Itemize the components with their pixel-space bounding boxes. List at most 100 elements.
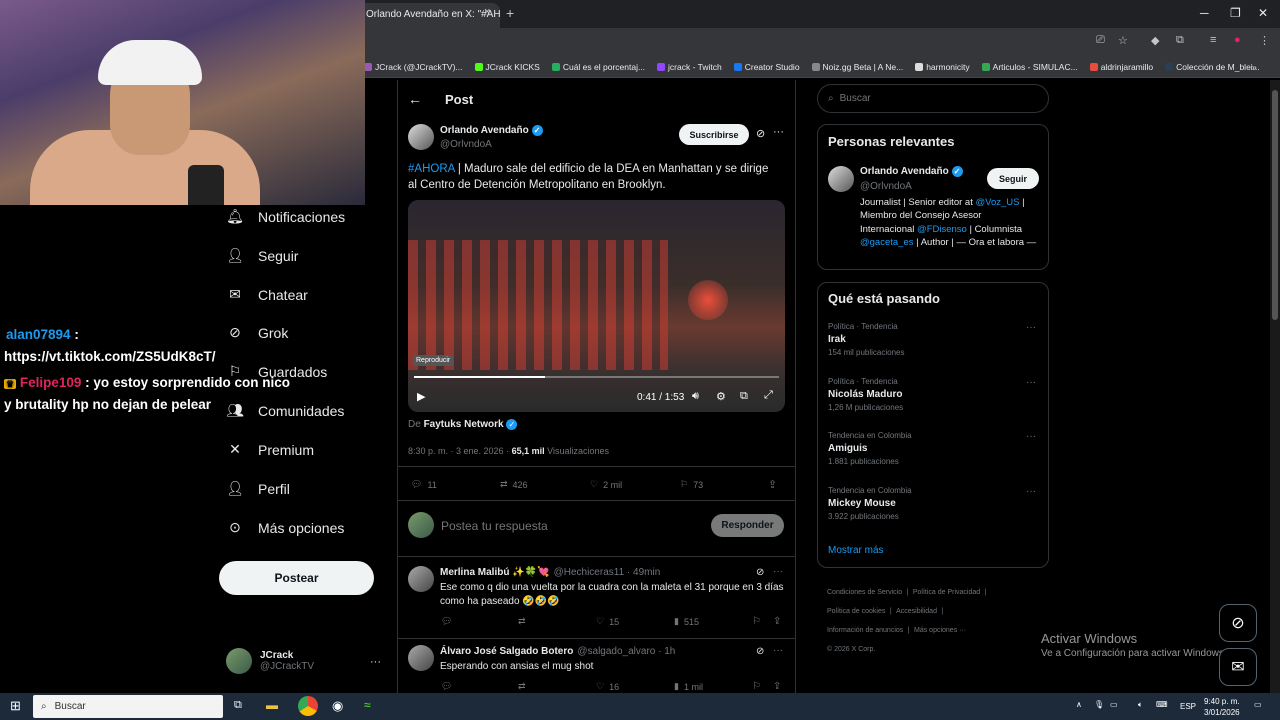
close-window-icon[interactable]: ✕: [1258, 6, 1268, 20]
views-action[interactable]: ▮ 515: [674, 616, 699, 627]
obs-icon[interactable]: ◉: [332, 698, 343, 714]
puzzle-icon[interactable]: ⧉: [1176, 34, 1184, 47]
trend-item[interactable]: Tendencia en Colombia Amiguis 1.881 public…: [828, 431, 1038, 466]
reply-author[interactable]: Álvaro José Salgado Botero: [440, 646, 573, 657]
notification-icon[interactable]: ▭: [1254, 700, 1262, 709]
reply-author[interactable]: Merlina Malibú ✨🍀💘: [440, 567, 550, 578]
browser-tab[interactable]: Orlando Avendaño en X: "#AHORA: [358, 3, 500, 28]
author-handle[interactable]: @OrlvndoA: [440, 139, 492, 150]
profile-icon[interactable]: ●: [1234, 34, 1241, 46]
chrome-icon[interactable]: [298, 696, 318, 716]
nav-item-más-opciones[interactable]: ⊙ Más opciones: [226, 519, 344, 536]
bookmark-item[interactable]: Colección de M_blei...: [1165, 62, 1260, 72]
bookmark-item[interactable]: JCrack KICKS: [474, 62, 540, 72]
footer-link[interactable]: Condiciones de Servicio: [827, 589, 902, 596]
app-icon[interactable]: ≈: [364, 698, 371, 712]
repost-action[interactable]: ⇄ 426: [500, 479, 528, 490]
grok-icon[interactable]: ⊘: [756, 127, 765, 140]
reply-handle[interactable]: @Hechiceras11 · 49min: [554, 567, 661, 578]
trend-more-icon[interactable]: ···: [1026, 431, 1036, 442]
post-button[interactable]: Postear: [219, 561, 374, 595]
keyboard-icon[interactable]: ⌨: [1156, 700, 1168, 709]
reply-handle[interactable]: @salgado_alvaro · 1h: [577, 646, 675, 657]
restore-icon[interactable]: ❐: [1230, 6, 1241, 20]
bookmark-icon[interactable]: ⚐: [752, 681, 761, 692]
nav-item-notificaciones[interactable]: 🔔︎ Notificaciones: [226, 208, 345, 225]
views-action[interactable]: ▮ 1 mil: [674, 681, 703, 692]
footer-link[interactable]: Más opciones ···: [914, 627, 966, 634]
bio-link[interactable]: @Voz_US: [975, 197, 1019, 208]
bookmark-icon[interactable]: ⚐: [752, 616, 761, 627]
grok-icon[interactable]: ⊘: [756, 646, 764, 657]
bookmark-item[interactable]: Noiz.gg Beta | A Ne...: [811, 62, 903, 72]
relevant-handle[interactable]: @OrlvndoA: [860, 181, 912, 192]
source-name[interactable]: Faytuks Network: [424, 419, 504, 430]
network-icon[interactable]: ▭: [1110, 700, 1118, 709]
bio-link[interactable]: @gaceta_es: [860, 237, 913, 248]
bookmark-item[interactable]: Cuál es el porcentaj...: [551, 62, 645, 72]
trend-item[interactable]: Política · Tendencia Irak 154 mil publicac…: [828, 322, 1038, 357]
reply-action[interactable]: 💬︎: [441, 681, 452, 692]
nav-item-comunidades[interactable]: 👥︎ Comunidades: [226, 402, 344, 419]
follow-button[interactable]: Seguir: [987, 168, 1039, 189]
show-more-link[interactable]: Mostrar más: [828, 545, 884, 556]
bookmark-item[interactable]: jcrack - Twitch: [657, 62, 722, 72]
minimize-icon[interactable]: ─: [1200, 6, 1209, 20]
nav-item-chatear[interactable]: ✉ Chatear: [226, 286, 308, 303]
bookmark-item[interactable]: JCrack (@JCrackTV)...: [364, 62, 463, 72]
reply-action[interactable]: 💬︎ 11: [411, 479, 437, 490]
relevant-name[interactable]: Orlando Avendaño ✓: [860, 166, 963, 177]
bookmark-item[interactable]: Creator Studio: [733, 62, 800, 72]
extension-icon[interactable]: ◆: [1151, 34, 1159, 47]
avatar[interactable]: [408, 566, 434, 592]
fullscreen-icon[interactable]: ⤢: [764, 389, 773, 402]
account-more-icon[interactable]: ···: [370, 656, 381, 668]
nav-item-seguir[interactable]: 👤︎ Seguir: [226, 247, 298, 264]
windows-start-icon[interactable]: ⊞: [10, 698, 21, 714]
hashtag-link[interactable]: #AHORA: [408, 163, 455, 175]
search-input[interactable]: [839, 93, 1020, 104]
footer-link[interactable]: Información de anuncios: [827, 627, 903, 634]
share-icon[interactable]: ⇪: [768, 478, 777, 491]
bio-link[interactable]: @FDisenso: [917, 224, 967, 235]
play-icon[interactable]: ▶: [417, 390, 425, 403]
search-box[interactable]: ⌕: [817, 84, 1049, 113]
taskbar-search[interactable]: ⌕ Buscar: [33, 695, 223, 718]
like-action[interactable]: ♡ 2 mil: [590, 479, 622, 490]
install-icon[interactable]: ⎚: [1096, 34, 1105, 47]
clock[interactable]: 9:40 p. m. 3/01/2026: [1204, 696, 1240, 718]
speaker-icon[interactable]: 🔈︎: [1138, 700, 1143, 710]
like-action[interactable]: ♡ 16: [596, 681, 619, 692]
nav-item-perfil[interactable]: 👤︎ Perfil: [226, 480, 290, 497]
grok-icon[interactable]: ⊘: [756, 567, 764, 578]
scrollbar-thumb[interactable]: [1272, 90, 1278, 320]
menu-icon[interactable]: ⋮: [1259, 34, 1270, 47]
footer-link[interactable]: Accesibilidad: [896, 608, 937, 615]
tab-close-icon[interactable]: ×: [484, 6, 490, 18]
star-icon[interactable]: ☆: [1118, 34, 1128, 47]
more-icon[interactable]: ···: [773, 126, 784, 138]
media-icon[interactable]: ≡: [1210, 34, 1216, 46]
nav-item-premium[interactable]: ✕ Premium: [226, 441, 314, 458]
nav-item-grok[interactable]: ⊘ Grok: [226, 324, 288, 341]
file-explorer-icon[interactable]: ▬: [266, 698, 278, 712]
reply-input[interactable]: [441, 516, 701, 536]
task-view-icon[interactable]: ⧉: [234, 699, 242, 712]
reply-action[interactable]: 💬︎: [441, 616, 452, 627]
author-name[interactable]: Orlando Avendaño ✓: [440, 125, 543, 136]
share-icon[interactable]: ⇪: [773, 616, 781, 627]
subscribe-button[interactable]: Suscribirse: [679, 124, 749, 145]
trend-more-icon[interactable]: ···: [1026, 486, 1036, 497]
post-time[interactable]: 8:30 p. m. · 3 ene. 2026 ·: [408, 446, 509, 456]
trend-more-icon[interactable]: ···: [1026, 322, 1036, 333]
bookmarks-more-icon[interactable]: »: [1252, 62, 1257, 72]
repost-action[interactable]: ⇄: [518, 616, 526, 627]
grok-fab[interactable]: ⊘: [1219, 604, 1257, 642]
like-action[interactable]: ♡ 15: [596, 616, 619, 627]
account-switcher[interactable]: JCrack @JCrackTV: [226, 648, 314, 674]
reply-button[interactable]: Responder: [711, 514, 784, 537]
volume-icon[interactable]: 🔊︎: [692, 390, 699, 403]
bookmark-item[interactable]: aldrinjaramillo: [1089, 62, 1153, 72]
avatar[interactable]: [408, 645, 434, 671]
repost-action[interactable]: ⇄: [518, 681, 526, 692]
